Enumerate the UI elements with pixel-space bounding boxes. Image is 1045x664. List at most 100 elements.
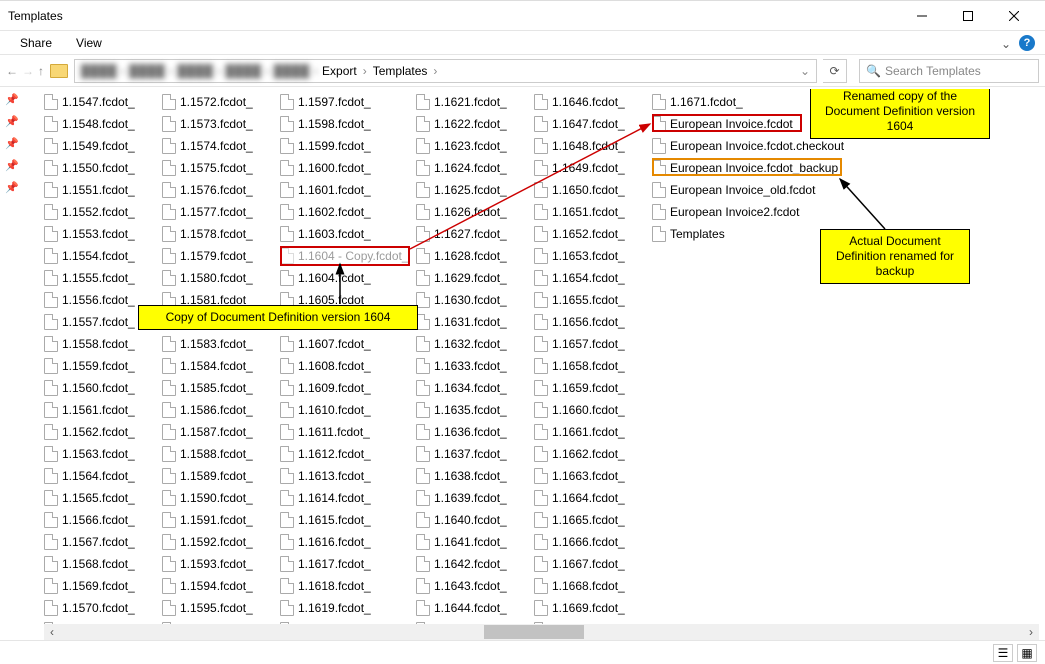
- file-item[interactable]: 1.1630.fcdot_: [416, 289, 534, 311]
- file-item[interactable]: 1.1616.fcdot_: [280, 531, 398, 553]
- file-item[interactable]: 1.1607.fcdot_: [280, 333, 398, 355]
- file-item[interactable]: 1.1555.fcdot_: [44, 267, 162, 289]
- file-item[interactable]: 1.1639.fcdot_: [416, 487, 534, 509]
- file-item[interactable]: 1.1658.fcdot_: [534, 355, 652, 377]
- up-button[interactable]: ↑: [38, 64, 44, 78]
- forward-button[interactable]: →: [22, 64, 34, 78]
- file-item[interactable]: 1.1640.fcdot_: [416, 509, 534, 531]
- file-item[interactable]: 1.1553.fcdot_: [44, 223, 162, 245]
- file-item[interactable]: 1.1552.fcdot_: [44, 201, 162, 223]
- file-item[interactable]: 1.1583.fcdot_: [162, 333, 280, 355]
- file-item[interactable]: 1.1586.fcdot_: [162, 399, 280, 421]
- file-item[interactable]: 1.1612.fcdot_: [280, 443, 398, 465]
- file-item[interactable]: 1.1628.fcdot_: [416, 245, 534, 267]
- file-item[interactable]: 1.1601.fcdot_: [280, 179, 398, 201]
- file-item[interactable]: 1.1584.fcdot_: [162, 355, 280, 377]
- file-item[interactable]: 1.1653.fcdot_: [534, 245, 652, 267]
- file-item[interactable]: 1.1621.fcdot_: [416, 91, 534, 113]
- file-item[interactable]: 1.1548.fcdot_: [44, 113, 162, 135]
- file-item[interactable]: European Invoice2.fcdot: [652, 201, 862, 223]
- file-item[interactable]: 1.1660.fcdot_: [534, 399, 652, 421]
- view-icons-button[interactable]: ▦: [1017, 644, 1037, 662]
- file-item[interactable]: 1.1648.fcdot_: [534, 135, 652, 157]
- file-item[interactable]: 1.1575.fcdot_: [162, 157, 280, 179]
- file-item[interactable]: 1.1649.fcdot_: [534, 157, 652, 179]
- file-item[interactable]: 1.1624.fcdot_: [416, 157, 534, 179]
- file-item[interactable]: 1.1599.fcdot_: [280, 135, 398, 157]
- file-item[interactable]: 1.1643.fcdot_: [416, 575, 534, 597]
- maximize-button[interactable]: [945, 2, 991, 30]
- file-item[interactable]: 1.1572.fcdot_: [162, 91, 280, 113]
- file-item[interactable]: 1.1550.fcdot_: [44, 157, 162, 179]
- file-item[interactable]: 1.1592.fcdot_: [162, 531, 280, 553]
- file-item[interactable]: 1.1568.fcdot_: [44, 553, 162, 575]
- file-item[interactable]: 1.1631.fcdot_: [416, 311, 534, 333]
- file-item[interactable]: 1.1585.fcdot_: [162, 377, 280, 399]
- file-item[interactable]: 1.1562.fcdot_: [44, 421, 162, 443]
- file-item[interactable]: 1.1604.fcdot_: [280, 267, 398, 289]
- file-item[interactable]: 1.1567.fcdot_: [44, 531, 162, 553]
- file-item[interactable]: 1.1547.fcdot_: [44, 91, 162, 113]
- file-item[interactable]: 1.1600.fcdot_: [280, 157, 398, 179]
- file-item[interactable]: 1.1589.fcdot_: [162, 465, 280, 487]
- file-item[interactable]: 1.1659.fcdot_: [534, 377, 652, 399]
- file-item[interactable]: 1.1609.fcdot_: [280, 377, 398, 399]
- file-item[interactable]: 1.1667.fcdot_: [534, 553, 652, 575]
- file-item[interactable]: 1.1615.fcdot_: [280, 509, 398, 531]
- file-item[interactable]: 1.1569.fcdot_: [44, 575, 162, 597]
- file-item[interactable]: 1.1558.fcdot_: [44, 333, 162, 355]
- crumb-export[interactable]: Export: [318, 64, 361, 78]
- file-item[interactable]: 1.1642.fcdot_: [416, 553, 534, 575]
- file-item[interactable]: 1.1587.fcdot_: [162, 421, 280, 443]
- file-item[interactable]: 1.1591.fcdot_: [162, 509, 280, 531]
- scroll-left-icon[interactable]: ‹: [44, 624, 60, 640]
- file-item[interactable]: 1.1634.fcdot_: [416, 377, 534, 399]
- file-item[interactable]: 1.1644.fcdot_: [416, 597, 534, 619]
- file-item[interactable]: 1.1626.fcdot_: [416, 201, 534, 223]
- file-item[interactable]: 1.1625.fcdot_: [416, 179, 534, 201]
- file-item[interactable]: 1.1619.fcdot_: [280, 597, 398, 619]
- file-item[interactable]: 1.1669.fcdot_: [534, 597, 652, 619]
- file-item[interactable]: 1.1580.fcdot_: [162, 267, 280, 289]
- file-item[interactable]: 1.1597.fcdot_: [280, 91, 398, 113]
- search-input[interactable]: 🔍 Search Templates: [859, 59, 1039, 83]
- crumb-templates[interactable]: Templates: [369, 64, 432, 78]
- file-item[interactable]: 1.1610.fcdot_: [280, 399, 398, 421]
- file-item[interactable]: 1.1603.fcdot_: [280, 223, 398, 245]
- refresh-button[interactable]: ⟳: [823, 59, 847, 83]
- file-item[interactable]: 1.1604 - Copy.fcdot_: [280, 245, 398, 267]
- file-item[interactable]: 1.1654.fcdot_: [534, 267, 652, 289]
- file-item[interactable]: 1.1588.fcdot_: [162, 443, 280, 465]
- file-item[interactable]: 1.1593.fcdot_: [162, 553, 280, 575]
- file-item[interactable]: 1.1574.fcdot_: [162, 135, 280, 157]
- file-item[interactable]: 1.1608.fcdot_: [280, 355, 398, 377]
- file-item[interactable]: 1.1579.fcdot_: [162, 245, 280, 267]
- file-item[interactable]: 1.1635.fcdot_: [416, 399, 534, 421]
- file-item[interactable]: 1.1590.fcdot_: [162, 487, 280, 509]
- file-item[interactable]: 1.1666.fcdot_: [534, 531, 652, 553]
- file-item[interactable]: 1.1657.fcdot_: [534, 333, 652, 355]
- file-item[interactable]: 1.1614.fcdot_: [280, 487, 398, 509]
- minimize-button[interactable]: [899, 2, 945, 30]
- file-item[interactable]: 1.1622.fcdot_: [416, 113, 534, 135]
- file-item[interactable]: 1.1573.fcdot_: [162, 113, 280, 135]
- file-item[interactable]: 1.1576.fcdot_: [162, 179, 280, 201]
- file-item[interactable]: 1.1664.fcdot_: [534, 487, 652, 509]
- file-item[interactable]: 1.1570.fcdot_: [44, 597, 162, 619]
- file-item[interactable]: 1.1637.fcdot_: [416, 443, 534, 465]
- file-item[interactable]: European Invoice_old.fcdot: [652, 179, 862, 201]
- file-item[interactable]: 1.1565.fcdot_: [44, 487, 162, 509]
- file-item[interactable]: 1.1602.fcdot_: [280, 201, 398, 223]
- file-item[interactable]: 1.1652.fcdot_: [534, 223, 652, 245]
- breadcrumb[interactable]: ████ › ████ › ████ › ████ › ████ › Expor…: [74, 59, 817, 83]
- file-item[interactable]: 1.1561.fcdot_: [44, 399, 162, 421]
- file-item[interactable]: 1.1638.fcdot_: [416, 465, 534, 487]
- file-item[interactable]: 1.1646.fcdot_: [534, 91, 652, 113]
- file-item[interactable]: 1.1663.fcdot_: [534, 465, 652, 487]
- file-item[interactable]: 1.1559.fcdot_: [44, 355, 162, 377]
- file-item[interactable]: 1.1633.fcdot_: [416, 355, 534, 377]
- scroll-right-icon[interactable]: ›: [1023, 624, 1039, 640]
- file-item[interactable]: 1.1551.fcdot_: [44, 179, 162, 201]
- file-item[interactable]: 1.1647.fcdot_: [534, 113, 652, 135]
- file-item[interactable]: 1.1549.fcdot_: [44, 135, 162, 157]
